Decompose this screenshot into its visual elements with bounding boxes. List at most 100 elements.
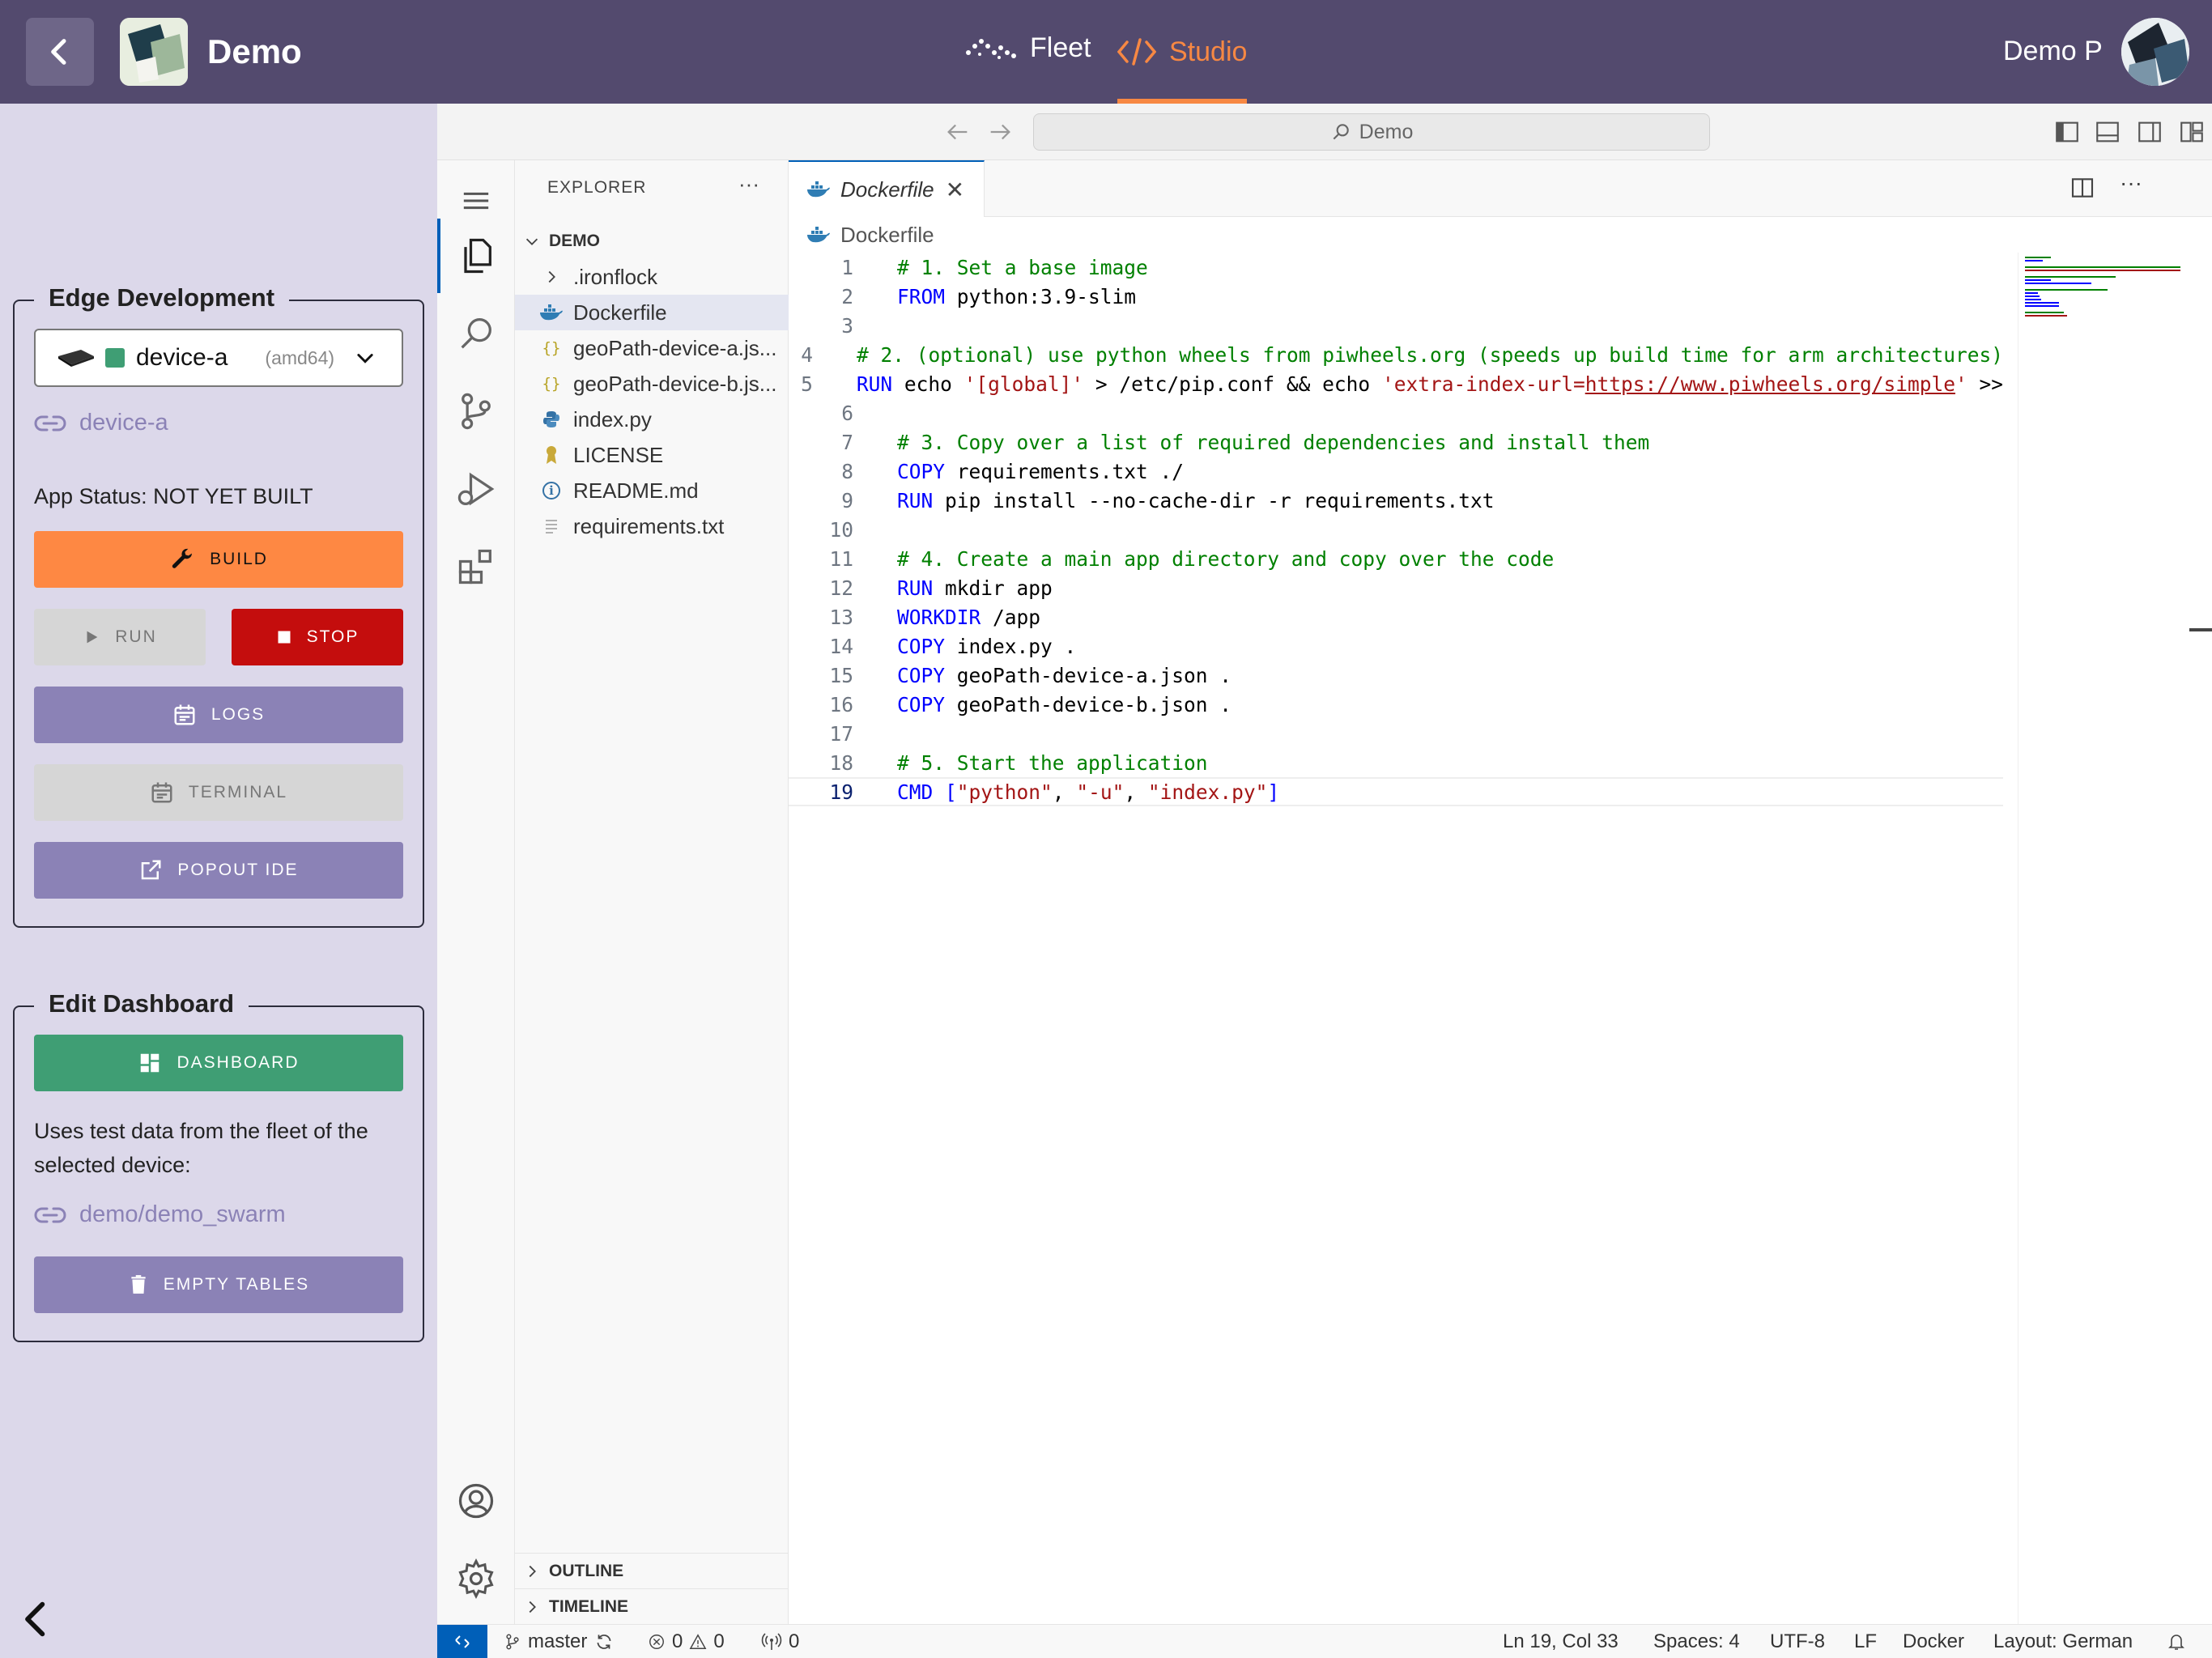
code-line[interactable]: 7 # 3. Copy over a list of required depen… [789,427,2003,457]
encoding[interactable]: UTF-8 [1770,1625,1825,1658]
ports-status[interactable]: 0 [761,1625,799,1658]
code-line[interactable]: 16 COPY geoPath-device-b.json . [789,690,2003,719]
code-token: COPY [897,634,946,658]
line-number: 4 [801,342,813,367]
branch-name: master [528,1630,588,1652]
line-number: 17 [829,721,853,746]
toggle-panel-icon[interactable] [2094,118,2121,146]
outline-section-header[interactable]: OUTLINE [515,1553,789,1588]
sync-icon[interactable] [593,1631,615,1652]
code-line[interactable]: 8 COPY requirements.txt ./ [789,457,2003,486]
code-token: geoPath-device-b.json . [945,692,1232,716]
account-icon[interactable] [455,1480,497,1522]
arrow-right-icon[interactable] [986,118,1014,146]
license-icon [539,443,564,467]
code-line[interactable]: 11 # 4. Create a main app directory and c… [789,544,2003,573]
dashboard-button[interactable]: DASHBOARD [34,1035,403,1091]
extensions-icon[interactable] [455,546,497,588]
code-line[interactable]: 3 [789,311,2003,340]
end-of-line[interactable]: LF [1854,1625,1877,1658]
device-link[interactable]: device-a [34,410,168,436]
language-mode[interactable]: Docker [1903,1625,1964,1658]
code-line[interactable]: 15 COPY geoPath-device-a.json . [789,661,2003,690]
collapse-panel-icon[interactable] [19,1600,52,1639]
code-line[interactable]: 4 # 2. (optional) use python wheels from … [789,340,2003,369]
code-line[interactable]: 13 WORKDIR /app [789,602,2003,631]
nav-studio[interactable]: Studio [1117,0,1247,104]
user-name[interactable]: Demo P [2003,36,2103,67]
code-line[interactable]: 17 [789,719,2003,748]
editor-more-actions[interactable]: ··· [2120,170,2142,196]
branch-status[interactable]: master [504,1625,615,1658]
code-line[interactable]: 19 CMD ["python", "-u", "index.py"] [789,777,2003,806]
indentation[interactable]: Spaces: 4 [1653,1625,1740,1658]
code-line[interactable]: 5 RUN echo '[global]' > /etc/pip.conf && … [789,369,2003,398]
close-icon[interactable]: ✕ [946,176,964,203]
file-tree-item[interactable]: {} geoPath-device-a.js... [515,330,789,366]
minimap[interactable] [2018,253,2212,1624]
build-button[interactable]: BUILD [34,531,403,588]
logs-button[interactable]: LOGS [34,687,403,743]
folder-header[interactable]: DEMO [515,225,789,257]
edit-dashboard-group: Edit Dashboard DASHBOARD Uses test data … [13,989,424,1342]
device-name: device-a [136,344,228,371]
keyboard-layout[interactable]: Layout: German [1993,1625,2133,1658]
back-button[interactable] [26,18,94,86]
code-line[interactable]: 9 RUN pip install --no-cache-dir -r requi… [789,486,2003,515]
command-center-search[interactable]: Demo [1033,113,1710,151]
arrow-left-icon[interactable] [944,118,972,146]
scrollbar[interactable] [2189,628,2212,631]
code-line[interactable]: 18 # 5. Start the application [789,748,2003,777]
edit-dashboard-title: Edit Dashboard [34,989,249,1018]
code-line[interactable]: 1 # 1. Set a base image [789,253,2003,282]
file-tree-item[interactable]: index.py [515,402,789,437]
remote-indicator[interactable] [437,1625,487,1658]
code-line[interactable]: 10 [789,515,2003,544]
run-button[interactable]: RUN [34,609,206,665]
code-icon [1117,38,1156,66]
file-tree-item[interactable]: LICENSE [515,437,789,473]
customize-layout-icon[interactable] [2178,118,2206,146]
split-editor-icon[interactable] [2069,175,2095,201]
files-icon[interactable] [455,235,497,277]
notifications[interactable] [2167,1625,2186,1658]
code-token: ] [1267,780,1280,804]
menu-icon[interactable] [455,180,497,222]
file-tree-item[interactable]: {} geoPath-device-b.js... [515,366,789,402]
warning-icon [689,1634,707,1649]
source-control-icon[interactable] [455,390,497,432]
stop-button[interactable]: STOP [232,609,403,665]
code-line[interactable]: 14 COPY index.py . [789,631,2003,661]
avatar[interactable] [2121,18,2189,86]
line-number: 8 [841,459,853,483]
outline-label: OUTLINE [549,1561,624,1580]
code-line[interactable]: 12 RUN mkdir app [789,573,2003,602]
code-editor[interactable]: 1 # 1. Set a base image 2 FROM python:3.9-s… [789,253,2003,1624]
nav-fleet[interactable]: Fleet [963,32,1091,64]
code-line[interactable]: 6 [789,398,2003,427]
explorer-more-actions[interactable]: ··· [738,172,759,197]
popout-ide-button[interactable]: POPOUT IDE [34,842,403,899]
file-tree-item[interactable]: .ironflock [515,259,789,295]
gear-icon[interactable] [455,1558,497,1600]
toggle-primary-sidebar-icon[interactable] [2053,118,2081,146]
run-and-debug-icon[interactable] [455,468,497,510]
search-icon[interactable] [455,312,497,355]
file-tree-item[interactable]: Dockerfile [515,295,789,330]
problems-status[interactable]: 0 0 [648,1625,725,1658]
code-token: /app [981,605,1041,629]
timeline-section-header[interactable]: TIMELINE [515,1588,789,1624]
swarm-link[interactable]: demo/demo_swarm [34,1201,286,1228]
tab-dockerfile[interactable]: Dockerfile ✕ [789,160,985,217]
code-token: > /etc/pip.conf && echo [1083,372,1382,396]
file-tree-item[interactable]: i README.md [515,473,789,508]
toggle-secondary-sidebar-icon[interactable] [2136,118,2163,146]
device-select[interactable]: device-a (amd64) [34,329,403,387]
line-number: 7 [841,430,853,454]
breadcrumb-file[interactable]: Dockerfile [840,223,934,248]
file-tree-item[interactable]: requirements.txt [515,508,789,544]
empty-tables-button[interactable]: EMPTY TABLES [34,1256,403,1313]
code-line[interactable]: 2 FROM python:3.9-slim [789,282,2003,311]
terminal-button[interactable]: TERMINAL [34,764,403,821]
cursor-position[interactable]: Ln 19, Col 33 [1503,1625,1619,1658]
